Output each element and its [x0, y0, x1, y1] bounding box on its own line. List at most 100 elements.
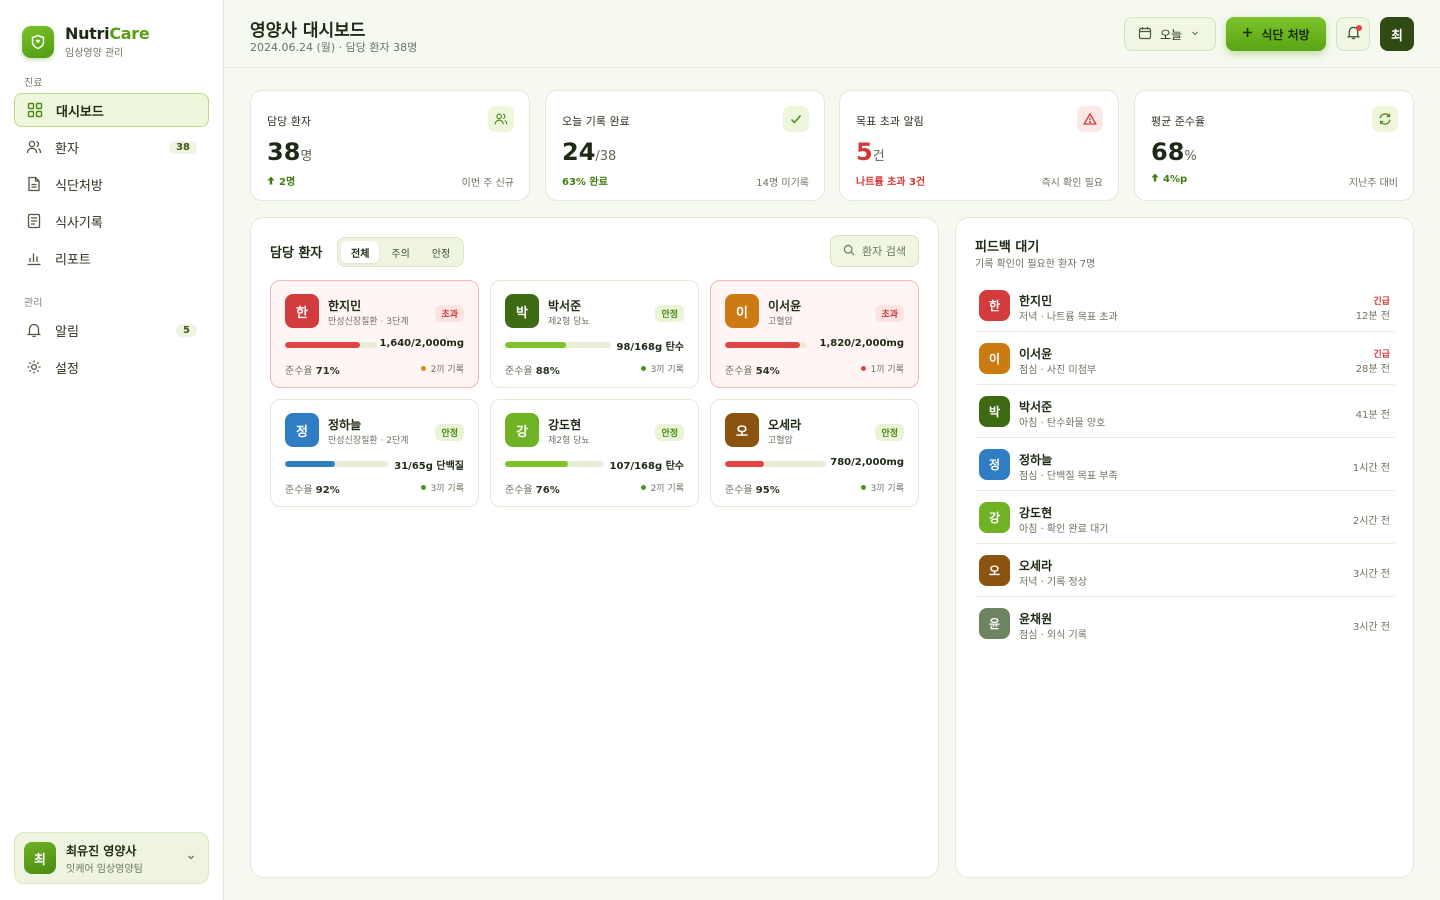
stat-note: 즉시 확인 필요: [1041, 178, 1103, 189]
page-title: 영양사 대시보드: [250, 21, 366, 41]
user-team: 잇케어 임상영양팀: [66, 863, 143, 875]
list-icon: [25, 212, 43, 230]
feedback-item[interactable]: 박 박서준 아침 · 탄수화물 양호 41분 전: [976, 385, 1394, 438]
status-badge: 안정: [655, 424, 684, 441]
nutrient-value: 1,640/2,000mg: [379, 338, 465, 349]
status-badge: 초과: [875, 305, 904, 322]
feedback-time: 28분 전: [1355, 364, 1390, 375]
sidebar-item-reports[interactable]: 리포트: [14, 241, 209, 275]
stat-card[interactable]: 담당 환자 38명 2명 이번 주 신규: [250, 90, 530, 201]
feedback-item[interactable]: 오 오세라 저녁 · 기록 정상 3시간 전: [976, 544, 1394, 597]
brand-subtitle: 임상영양 관리: [65, 48, 124, 59]
patient-search-input[interactable]: 환자 검색: [830, 235, 919, 267]
feedback-time: 41분 전: [1355, 410, 1390, 421]
patient-card[interactable]: 박 박서준 제2형 당뇨 안정 98/168g 탄수 준수율 88% 3끼 기록: [490, 280, 699, 388]
stat-unit: 건: [872, 149, 885, 164]
feedback-description: 점심 · 사진 미첨부: [1019, 365, 1097, 376]
nutrient-progress-bar: [505, 461, 604, 467]
tab-caution[interactable]: 주의: [381, 241, 419, 263]
stat-card[interactable]: 목표 초과 알림 5건 나트륨 초과 3건 즉시 확인 필요: [839, 90, 1119, 201]
feedback-item[interactable]: 강 강도현 아침 · 확인 완료 대기 2시간 전: [976, 491, 1394, 544]
stat-trend: 63% 완료: [562, 177, 608, 188]
calendar-icon: [1138, 26, 1152, 43]
nav-section-clinical: 진료: [24, 78, 43, 89]
sidebar-item-diet-prescription[interactable]: 식단처방: [14, 167, 209, 201]
sidebar-item-label: 설정: [55, 361, 79, 377]
meal-record-count: 1끼 기록: [860, 362, 904, 375]
sidebar-item-meal-records[interactable]: 식사기록: [14, 204, 209, 238]
patient-name: 이서윤: [768, 299, 802, 313]
compliance-rate: 준수율 71%: [285, 366, 340, 377]
patient-card[interactable]: 이 이서윤 고혈압 초과 1,820/2,000mg 준수율 54% 1끼 기록: [710, 280, 919, 388]
sidebar: NutriCare 임상영양 관리 진료 대시보드 환자 38 식단처방 식사기…: [0, 0, 224, 900]
sidebar-item-dashboard[interactable]: 대시보드: [14, 93, 209, 127]
brand[interactable]: NutriCare 임상영양 관리: [22, 24, 150, 59]
feedback-item[interactable]: 정 정하늘 점심 · 단백질 목표 부족 1시간 전: [976, 438, 1394, 491]
stat-card[interactable]: 평균 준수율 68% 4%p 지난주 대비: [1134, 90, 1414, 201]
gear-icon: [25, 358, 43, 376]
feedback-time: 2시간 전: [1352, 516, 1390, 527]
header-divider: [224, 67, 1440, 68]
notifications-button[interactable]: [1336, 17, 1370, 51]
meal-record-count: 3끼 기록: [860, 481, 904, 494]
meal-record-count: 3끼 기록: [420, 481, 464, 494]
feedback-item[interactable]: 이 이서윤 점심 · 사진 미첨부 긴급 28분 전: [976, 332, 1394, 385]
compliance-rate: 준수율 76%: [505, 485, 560, 496]
nutrient-progress-bar: [725, 342, 807, 348]
sidebar-item-settings[interactable]: 설정: [14, 350, 209, 384]
sidebar-item-notifications[interactable]: 알림 5: [14, 313, 209, 347]
feedback-item[interactable]: 한 한지민 저녁 · 나트륨 목표 초과 긴급 12분 전: [976, 279, 1394, 332]
sidebar-item-label: 리포트: [55, 252, 91, 268]
date-filter-label: 오늘: [1160, 27, 1183, 42]
nutrient-progress-fill: [725, 342, 800, 348]
sidebar-item-patients[interactable]: 환자 38: [14, 130, 209, 164]
patient-card[interactable]: 오 오세라 고혈압 안정 780/2,000mg 준수율 95% 3끼 기록: [710, 399, 919, 507]
nutrient-progress-fill: [505, 461, 569, 467]
unread-dot: [1356, 25, 1362, 31]
stat-label: 평균 준수율: [1151, 115, 1206, 128]
nutrient-progress-bar: [505, 342, 611, 348]
tab-all[interactable]: 전체: [341, 241, 380, 263]
profile-avatar-button[interactable]: 최: [1380, 17, 1414, 51]
avatar: 이: [725, 294, 759, 328]
feedback-patient-name: 정하늘: [1019, 453, 1053, 467]
meal-record-count: 2끼 기록: [640, 481, 684, 494]
stat-note: 14명 미기록: [756, 178, 809, 189]
feedback-item[interactable]: 윤 윤채원 점심 · 외식 기록 3시간 전: [976, 597, 1394, 650]
patient-card[interactable]: 정 정하늘 만성신장질환 · 2단계 안정 31/65g 단백질 준수율 92% 3끼 기록: [270, 399, 479, 507]
nutrient-value: 31/65g 단백질: [394, 461, 464, 472]
patient-name: 박서준: [548, 299, 582, 313]
urgent-label: 긴급: [1373, 297, 1390, 307]
current-user-card[interactable]: 최 최유진 영양사 잇케어 임상영양팀: [14, 832, 209, 884]
nutrient-value: 780/2,000mg: [830, 457, 904, 468]
sidebar-item-label: 식단처방: [55, 178, 103, 194]
nutrient-progress-fill: [285, 342, 361, 348]
feedback-patient-name: 윤채원: [1019, 612, 1053, 626]
feedback-panel-subtitle: 기록 확인이 필요한 환자 7명: [975, 259, 1096, 270]
stat-card[interactable]: 오늘 기록 완료 24/38 63% 완료 14명 미기록: [545, 90, 825, 201]
date-filter-button[interactable]: 오늘: [1124, 17, 1216, 51]
feedback-panel-title: 피드백 대기: [975, 240, 1040, 255]
stat-value: 5건: [856, 138, 885, 166]
sidebar-item-label: 식사기록: [55, 215, 103, 231]
patient-condition: 제2형 당뇨: [548, 317, 590, 327]
tab-stable[interactable]: 안정: [422, 241, 460, 263]
stat-note: 이번 주 신규: [461, 178, 514, 189]
status-badge: 안정: [875, 424, 904, 441]
feedback-time: 12분 전: [1355, 311, 1390, 322]
users-icon: [488, 106, 514, 132]
patient-card[interactable]: 강 강도현 제2형 당뇨 안정 107/168g 탄수 준수율 76% 2끼 기록: [490, 399, 699, 507]
patient-card[interactable]: 한 한지민 만성신장질환 · 3단계 초과 1,640/2,000mg 준수율 71% 2끼…: [270, 280, 479, 388]
nutrient-progress-fill: [725, 461, 765, 467]
avatar: 오: [979, 555, 1010, 586]
record-status-dot: [860, 366, 866, 371]
stat-value: 38명: [267, 138, 313, 166]
urgent-label: 긴급: [1373, 350, 1390, 360]
nutrient-value: 107/168g 탄수: [609, 461, 684, 472]
feedback-patient-name: 강도현: [1019, 506, 1053, 520]
new-diet-prescription-button[interactable]: 식단 처방: [1226, 17, 1326, 51]
refresh-icon: [1372, 106, 1398, 132]
patient-condition: 고혈압: [768, 317, 793, 327]
search-icon: [843, 244, 855, 259]
stat-trend: 2명: [267, 173, 295, 188]
